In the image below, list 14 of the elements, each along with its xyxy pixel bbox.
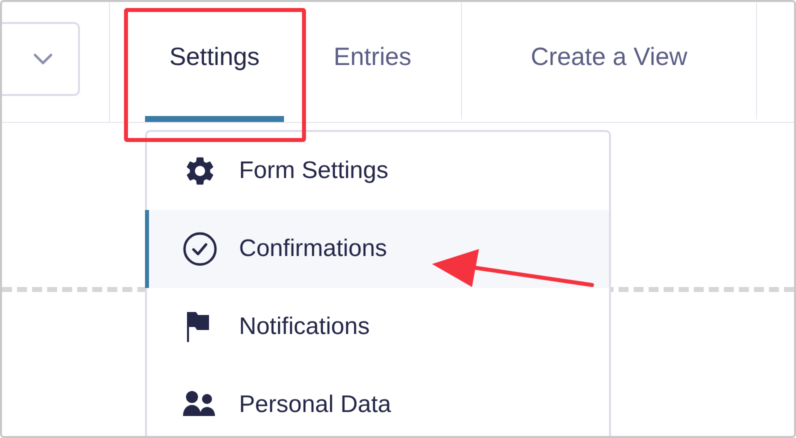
menu-label: Confirmations [239,235,388,263]
check-circle-icon [183,232,217,266]
menu-label: Personal Data [239,391,392,419]
nav-tab[interactable]: Settings [145,2,284,122]
menu-label: Notifications [239,313,370,341]
nav-tab[interactable]: Create a View [462,2,757,122]
dropdown-button[interactable] [2,22,80,96]
chevron-down-icon [33,53,53,65]
nav-tab[interactable]: Entries [284,2,462,122]
menu-item[interactable]: Form Settings [145,132,609,210]
menu-item[interactable]: Personal Data [145,366,609,436]
menu-item[interactable]: Notifications [145,288,609,366]
menu-label: Form Settings [239,157,388,185]
menu-item[interactable]: Confirmations [145,210,609,288]
